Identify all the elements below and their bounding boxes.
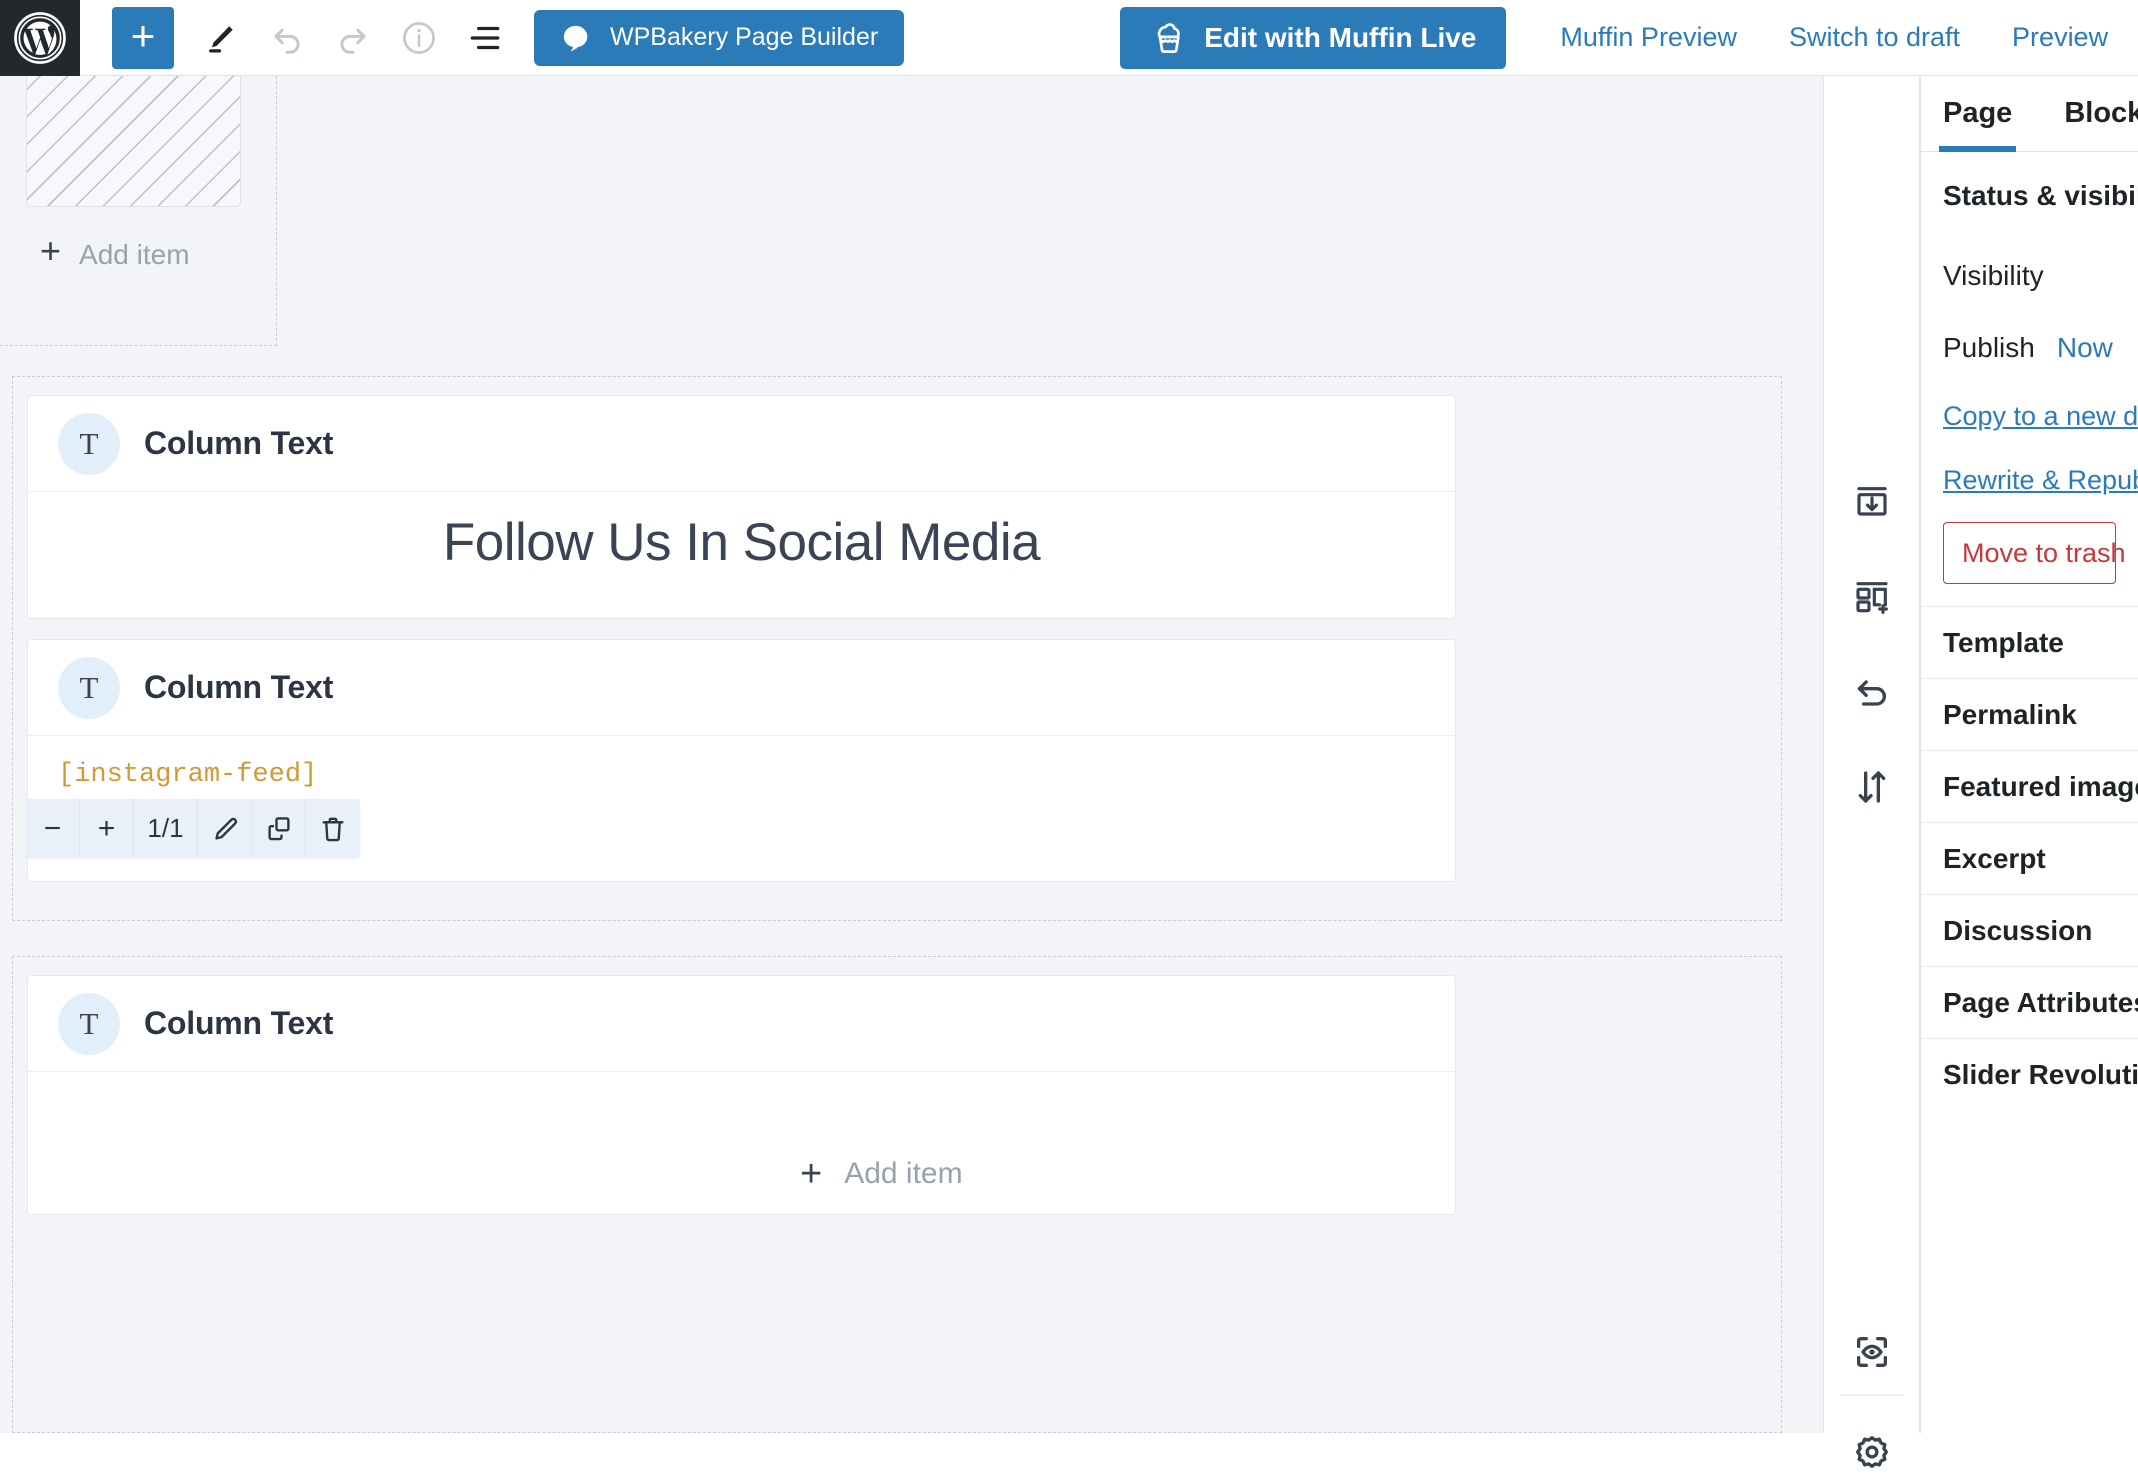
media-grid-cell: + Add item bbox=[0, 76, 277, 346]
undo-icon bbox=[1857, 680, 1886, 706]
minus-icon: − bbox=[43, 811, 62, 845]
insert-below-icon bbox=[1856, 487, 1887, 516]
undo-arrow-icon bbox=[274, 28, 300, 54]
sidebar-tabs: Page Block bbox=[1921, 76, 2138, 152]
delete-block-button[interactable] bbox=[306, 799, 360, 858]
visibility-label: Visibility bbox=[1943, 260, 2044, 291]
add-item-button-main[interactable]: + Add item bbox=[800, 1155, 963, 1193]
reorder-button[interactable] bbox=[1841, 756, 1903, 818]
block-controls-toolbar[interactable]: − + 1/1 bbox=[26, 799, 360, 858]
image-placeholder-thumbnail[interactable] bbox=[26, 76, 241, 207]
trash-icon bbox=[322, 817, 344, 841]
section-page-attributes[interactable]: Page Attributes bbox=[1921, 966, 2138, 1038]
list-view-button[interactable] bbox=[452, 7, 518, 69]
duplicate-icon bbox=[267, 816, 290, 840]
increase-columns-button[interactable]: + bbox=[80, 799, 134, 858]
settings-gear-icon bbox=[1855, 1436, 1888, 1468]
block-body[interactable]: Follow Us In Social Media bbox=[28, 492, 1455, 603]
switch-to-draft-link[interactable]: Switch to draft bbox=[1789, 22, 1960, 53]
block-title: Column Text bbox=[144, 1005, 334, 1041]
rail-divider bbox=[1840, 1394, 1904, 1396]
reorder-icon bbox=[1858, 771, 1885, 803]
section-discussion[interactable]: Discussion bbox=[1921, 894, 2138, 966]
plus-icon: + bbox=[40, 230, 62, 271]
block-title: Column Text bbox=[144, 425, 334, 461]
section-excerpt[interactable]: Excerpt bbox=[1921, 822, 2138, 894]
ratio-label: 1/1 bbox=[147, 813, 184, 843]
info-circle-icon bbox=[403, 21, 435, 54]
add-template-icon bbox=[1855, 582, 1888, 614]
block-header[interactable]: T Column Text bbox=[28, 976, 1455, 1072]
undo-rail-button[interactable] bbox=[1841, 661, 1903, 723]
editor-top-bar: + WPBakery Page Builder Edit with Muffin… bbox=[0, 0, 2138, 76]
wpbakery-page-builder-button[interactable]: WPBakery Page Builder bbox=[534, 9, 905, 66]
preview-focus-button[interactable] bbox=[1841, 1321, 1903, 1383]
add-item-label: Add item bbox=[844, 1157, 963, 1190]
move-to-trash-button[interactable]: Move to trash bbox=[1943, 522, 2126, 584]
editor-side-rail bbox=[1823, 76, 1920, 1468]
details-info-button[interactable] bbox=[386, 7, 452, 69]
rewrite-republish-link[interactable]: Rewrite & Republish bbox=[1921, 448, 2138, 512]
visibility-row[interactable]: Visibility bbox=[1921, 240, 2138, 312]
section-slider-revolution[interactable]: Slider Revolution bbox=[1921, 1038, 2138, 1110]
edit-block-button[interactable] bbox=[198, 799, 252, 858]
text-block-badge: T bbox=[58, 656, 120, 719]
media-add-item-label: Add item bbox=[79, 239, 190, 270]
section-permalink[interactable]: Permalink bbox=[1921, 678, 2138, 750]
settings-gear-button[interactable] bbox=[1841, 1421, 1903, 1483]
decrease-columns-button[interactable]: − bbox=[26, 799, 80, 858]
edit-with-muffin-live-button[interactable]: Edit with Muffin Live bbox=[1120, 6, 1507, 69]
publish-row[interactable]: Publish Now bbox=[1921, 312, 2138, 384]
section-template[interactable]: Template bbox=[1921, 606, 2138, 678]
publish-value[interactable]: Now bbox=[2057, 332, 2113, 364]
tab-page[interactable]: Page bbox=[1938, 76, 2017, 152]
redo-arrow-icon bbox=[340, 28, 366, 54]
wordpress-logo[interactable] bbox=[0, 0, 80, 76]
copy-to-new-draft-link[interactable]: Copy to a new draft bbox=[1921, 384, 2138, 448]
redo-button[interactable] bbox=[320, 7, 386, 69]
column-ratio-button[interactable]: 1/1 bbox=[134, 799, 198, 858]
block-header[interactable]: T Column Text bbox=[28, 640, 1455, 736]
preview-focus-icon bbox=[1856, 1337, 1887, 1367]
plus-icon: + bbox=[97, 811, 116, 845]
plus-icon: + bbox=[800, 1153, 823, 1195]
text-block-badge: T bbox=[58, 412, 120, 475]
add-block-button[interactable]: + bbox=[112, 6, 174, 69]
plus-icon: + bbox=[130, 11, 156, 59]
heading-follow-us: Follow Us In Social Media bbox=[442, 513, 1041, 572]
pencil-icon bbox=[209, 25, 233, 53]
duplicate-block-button[interactable] bbox=[252, 799, 306, 858]
media-add-item-button[interactable]: + Add item bbox=[40, 231, 200, 279]
muffin-live-label: Edit with Muffin Live bbox=[1204, 21, 1477, 53]
insert-below-button[interactable] bbox=[1841, 471, 1903, 533]
pencil-tool-button[interactable] bbox=[188, 7, 254, 69]
add-template-button[interactable] bbox=[1841, 566, 1903, 628]
undo-button[interactable] bbox=[254, 7, 320, 69]
preview-link[interactable]: Preview bbox=[2012, 22, 2108, 53]
muffin-preview-link[interactable]: Muffin Preview bbox=[1560, 22, 1737, 53]
builder-section-2: T Column Text bbox=[12, 956, 1782, 1433]
column-text-block-3[interactable]: T Column Text bbox=[27, 975, 1456, 1215]
pencil-edit-icon bbox=[214, 817, 237, 840]
column-text-block-1[interactable]: T Column Text Follow Us In Social Media bbox=[27, 395, 1456, 619]
text-block-badge: T bbox=[58, 992, 120, 1055]
block-header[interactable]: T Column Text bbox=[28, 396, 1455, 492]
list-view-icon bbox=[470, 26, 500, 49]
block-title: Column Text bbox=[144, 669, 334, 705]
wpbakery-label: WPBakery Page Builder bbox=[610, 23, 879, 51]
section-featured-image[interactable]: Featured image bbox=[1921, 750, 2138, 822]
muffin-cupcake-icon bbox=[1157, 22, 1181, 53]
status-and-visibility-heading[interactable]: Status & visibility bbox=[1921, 152, 2138, 240]
editor-canvas: + Add item T Column Text Follow Us In So… bbox=[0, 76, 1823, 1433]
document-settings-sidebar: Page Block Status & visibility Visibilit… bbox=[1920, 76, 2138, 1433]
wpbakery-cloud-icon bbox=[563, 25, 588, 52]
publish-label: Publish bbox=[1943, 332, 2035, 363]
tab-block[interactable]: Block bbox=[2064, 76, 2138, 152]
